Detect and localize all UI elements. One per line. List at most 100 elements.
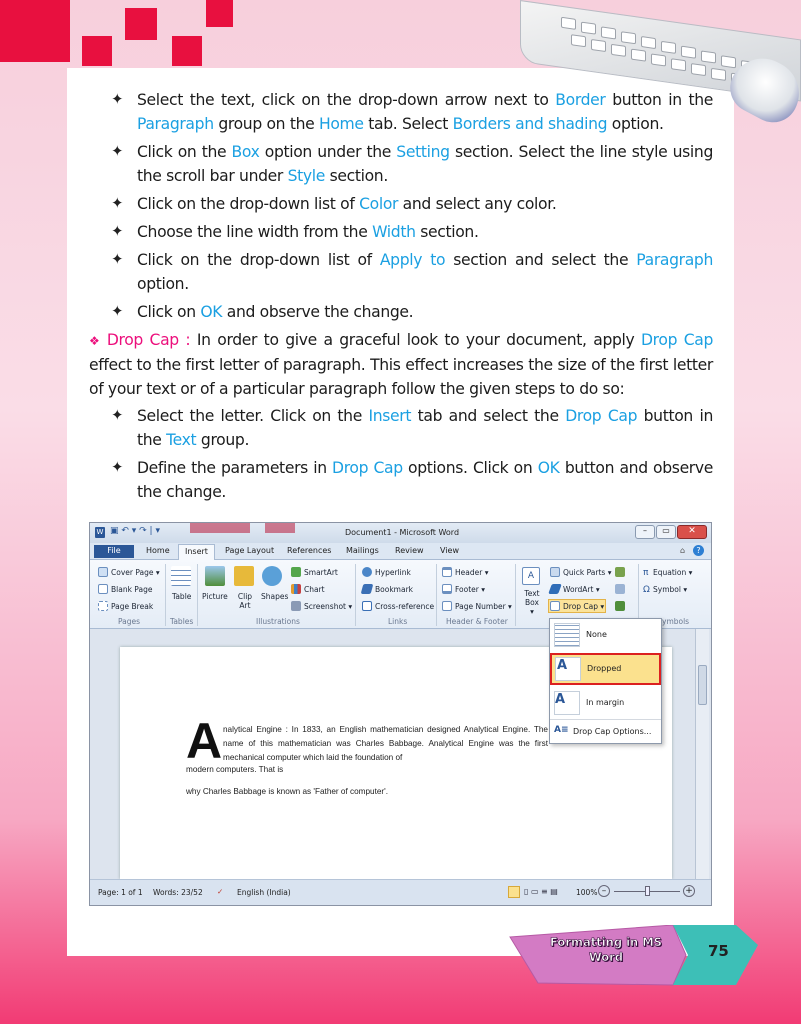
minimize-icon[interactable]: – [635, 525, 655, 539]
help-icon[interactable]: ? [693, 545, 704, 556]
quick-access-icons[interactable]: ▣ ↶ ▾ ↷ | ▾ [110, 526, 160, 536]
zoom-slider-thumb[interactable] [645, 886, 650, 896]
minimize-ribbon-icon[interactable]: ⌂ [680, 546, 685, 555]
quick-parts-button[interactable]: Quick Parts ▾ [563, 568, 611, 577]
clip-art-button[interactable]: Clip Art [236, 592, 254, 610]
ui-term: Color [359, 195, 399, 213]
cross-reference-button[interactable]: Cross-reference [375, 602, 434, 611]
header-button[interactable]: Header ▾ [455, 568, 488, 577]
step-text: option under the [259, 143, 397, 161]
step-text: and select any color. [398, 195, 557, 213]
symbol-button[interactable]: Symbol ▾ [653, 585, 687, 594]
title-bar: W ▣ ↶ ▾ ↷ | ▾ Document1 - Microsoft Word… [90, 523, 711, 543]
deco-square [172, 36, 202, 66]
scroll-thumb[interactable] [698, 665, 707, 705]
none-icon [554, 623, 580, 647]
step-text: Click on the [137, 143, 232, 161]
shapes-button[interactable]: Shapes [261, 592, 288, 601]
bullet-icon: ✦ [111, 142, 124, 160]
step-text: and observe the change. [222, 303, 414, 321]
word-count[interactable]: Words: 23/52 [153, 888, 203, 897]
date-time-icon[interactable] [615, 584, 625, 594]
footer-button[interactable]: Footer ▾ [455, 585, 485, 594]
ui-term: Insert [368, 407, 412, 425]
step-text: Define the parameters in [137, 459, 333, 477]
tab-insert[interactable]: Insert [178, 544, 215, 560]
ui-term: Home [318, 115, 364, 133]
tab-references[interactable]: References [287, 546, 331, 555]
blank-page-button[interactable]: Blank Page [111, 585, 152, 594]
tab-home[interactable]: Home [146, 546, 170, 555]
ui-term: Border [555, 91, 606, 109]
ui-term: OK [200, 303, 223, 321]
proofing-icon[interactable]: ✓ [217, 887, 223, 896]
print-layout-icon[interactable] [508, 886, 520, 898]
step-text: tab. Select [363, 115, 453, 133]
wordart-button[interactable]: WordArt ▾ [563, 585, 600, 594]
text-box-button[interactable]: Text Box ▾ [522, 589, 542, 616]
deco-square [206, 0, 233, 27]
step-text: Select the text, click on the drop-down … [137, 91, 556, 109]
step-text: Click on the drop-down list of [137, 251, 380, 269]
deco-bar [265, 523, 295, 533]
zoom-out-icon[interactable]: – [598, 885, 610, 897]
language[interactable]: English (India) [237, 888, 291, 897]
step-item: Define the parameters in Drop Cap option… [137, 456, 713, 504]
object-icon[interactable] [615, 601, 625, 611]
screenshot-button[interactable]: Screenshot ▾ [304, 602, 352, 611]
picture-button[interactable]: Picture [202, 592, 228, 601]
group-label-links: Links [388, 617, 408, 626]
drop-cap-options-item[interactable]: A≡ Drop Cap Options... [550, 721, 661, 743]
tab-view[interactable]: View [440, 546, 459, 555]
bookmark-button[interactable]: Bookmark [375, 585, 413, 594]
page-break-icon [98, 601, 108, 611]
tab-file[interactable]: File [94, 545, 134, 558]
view-icons[interactable]: ▯ ▭ ≡ ▤ [524, 887, 558, 896]
tab-review[interactable]: Review [395, 546, 424, 555]
step-text: option. [607, 115, 664, 133]
chart-button[interactable]: Chart [304, 585, 325, 594]
ui-term: Paragraph [636, 251, 713, 269]
bullet-icon: ✦ [111, 250, 124, 268]
drop-cap-text: effect to the first letter of paragraph.… [89, 356, 713, 398]
bullet-icon: ✦ [111, 222, 124, 240]
drop-cap-button[interactable]: Drop Cap ▾ [563, 602, 604, 611]
zoom-in-icon[interactable]: + [683, 885, 695, 897]
close-icon[interactable]: ✕ [677, 525, 707, 539]
drop-cap-option-none[interactable]: None [550, 619, 661, 651]
cross-reference-icon [362, 601, 372, 611]
equation-button[interactable]: Equation ▾ [653, 568, 692, 577]
dropped-icon: A [555, 657, 581, 681]
step-text: button in the [605, 91, 713, 109]
maximize-icon[interactable]: ▭ [656, 525, 676, 539]
vertical-scrollbar[interactable] [695, 629, 709, 879]
bullet-icon: ✦ [111, 458, 124, 476]
step-item: Select the letter. Click on the Insert t… [137, 404, 713, 452]
document-text: nalytical Engine : In 1833, an English m… [223, 725, 548, 762]
text-box-icon: A [522, 567, 540, 585]
clip-art-icon [234, 566, 254, 586]
bullet-icon: ✦ [111, 194, 124, 212]
drop-cap-icon [550, 601, 560, 611]
tab-page-layout[interactable]: Page Layout [225, 546, 274, 555]
page-break-button[interactable]: Page Break [111, 602, 153, 611]
smartart-button[interactable]: SmartArt [304, 568, 338, 577]
tab-mailings[interactable]: Mailings [346, 546, 379, 555]
table-button[interactable]: Table [172, 592, 191, 601]
page-number-button[interactable]: Page Number ▾ [455, 602, 512, 611]
zoom-level[interactable]: 100% [576, 888, 597, 897]
deco-square [82, 36, 112, 66]
hyperlink-button[interactable]: Hyperlink [375, 568, 411, 577]
page-count[interactable]: Page: 1 of 1 [98, 888, 143, 897]
ui-term: Width [372, 223, 416, 241]
signature-line-icon[interactable] [615, 567, 625, 577]
drop-cap-letter: A [186, 713, 223, 769]
drop-cap-option-in-margin[interactable]: A In margin [550, 687, 661, 719]
group-label-illustrations: Illustrations [256, 617, 300, 626]
step-text: option. [137, 275, 189, 293]
cover-page-button[interactable]: Cover Page ▾ [111, 568, 160, 577]
drop-cap-option-dropped[interactable]: A Dropped [550, 653, 661, 685]
ui-term: Drop Cap [565, 407, 638, 425]
document-text-line: why Charles Babbage is known as 'Father … [186, 787, 389, 796]
drop-cap-text: In order to give a graceful look to your… [190, 331, 641, 349]
